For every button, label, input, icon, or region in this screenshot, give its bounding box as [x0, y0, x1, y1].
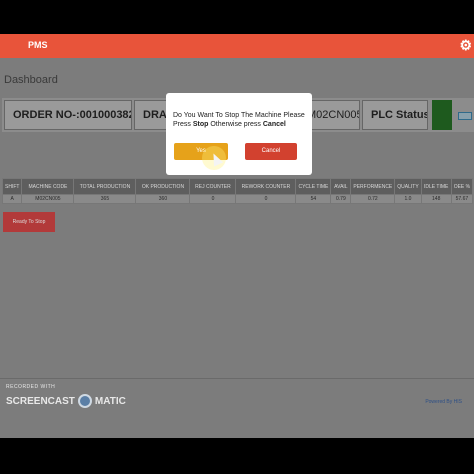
app-title: PMS	[28, 40, 48, 50]
cancel-button[interactable]: Cancel	[245, 143, 297, 160]
plc-status-label: PLC Status :	[362, 100, 428, 130]
app-window: PMS ⚙ Dashboard ORDER NO-:001000382626 D…	[0, 34, 474, 438]
page-title: Dashboard	[4, 74, 58, 86]
dialog-message: Do You Want To Stop The Machine Please P…	[173, 111, 307, 129]
powered-by-text: Powered By HIS	[425, 399, 462, 405]
recording-watermark: RECORDED WITH SCREENCAST MATIC	[6, 384, 126, 408]
column-header: MACHINE CODE	[21, 178, 75, 195]
table-cell: 57.67	[450, 194, 474, 204]
stop-confirm-dialog: Do You Want To Stop The Machine Please P…	[166, 93, 312, 175]
table-cell: 54	[295, 194, 332, 204]
screencast-logo-icon	[77, 394, 92, 408]
recorded-with-text: RECORDED WITH	[6, 384, 56, 390]
table-cell: 0	[235, 194, 297, 204]
column-header: CYCLE TIME	[295, 178, 332, 195]
monitor-icon[interactable]	[458, 112, 472, 120]
column-header: AVAIL	[330, 178, 352, 195]
column-header: TOTAL PRODUCTION	[73, 178, 137, 195]
table-cell: A	[1, 194, 23, 204]
order-number: ORDER NO-:001000382626	[4, 100, 132, 130]
dialog-message-mid: Otherwise press	[208, 121, 263, 128]
column-header: PERFORMENCE	[350, 178, 396, 195]
dialog-message-cancel: Cancel	[262, 121, 286, 128]
table-cell: 0	[189, 194, 237, 204]
column-header: REJ COUNTER	[189, 178, 237, 195]
table-cell: 365	[73, 194, 137, 204]
ready-to-stop-button[interactable]: Ready To Stop	[3, 212, 55, 232]
table-cell: M02CN005	[21, 194, 75, 204]
watermark-brand: SCREENCAST MATIC	[6, 394, 126, 408]
production-table: SHIFT MACHINE CODE TOTAL PRODUCTION OK P…	[1, 178, 474, 204]
gear-icon[interactable]: ⚙	[459, 37, 472, 54]
table-row[interactable]: A M02CN005 365 360 0 0 54 0.79 0.72 1.0 …	[1, 194, 474, 204]
table-cell: 360	[135, 194, 191, 204]
brand-left: SCREENCAST	[6, 395, 75, 407]
dialog-message-stop: Stop	[192, 121, 209, 128]
plc-status-indicator	[432, 100, 452, 130]
table-header-row: SHIFT MACHINE CODE TOTAL PRODUCTION OK P…	[1, 178, 474, 195]
footer-divider	[0, 378, 474, 379]
brand-right: MATIC	[94, 395, 126, 407]
table-cell: 1.0	[394, 194, 422, 204]
table-cell: 148	[420, 194, 452, 204]
column-header: OEE %	[450, 178, 474, 195]
column-header: IDLE TIME	[420, 178, 452, 195]
column-header: REWORK COUNTER	[235, 178, 297, 195]
column-header: OK PRODUCTION	[135, 178, 191, 195]
column-header: SHIFT	[1, 178, 23, 195]
column-header: QUALITY	[394, 178, 422, 195]
top-header: PMS ⚙	[0, 34, 474, 58]
table-cell: 0.72	[350, 194, 396, 204]
table-cell: 0.79	[330, 194, 352, 204]
